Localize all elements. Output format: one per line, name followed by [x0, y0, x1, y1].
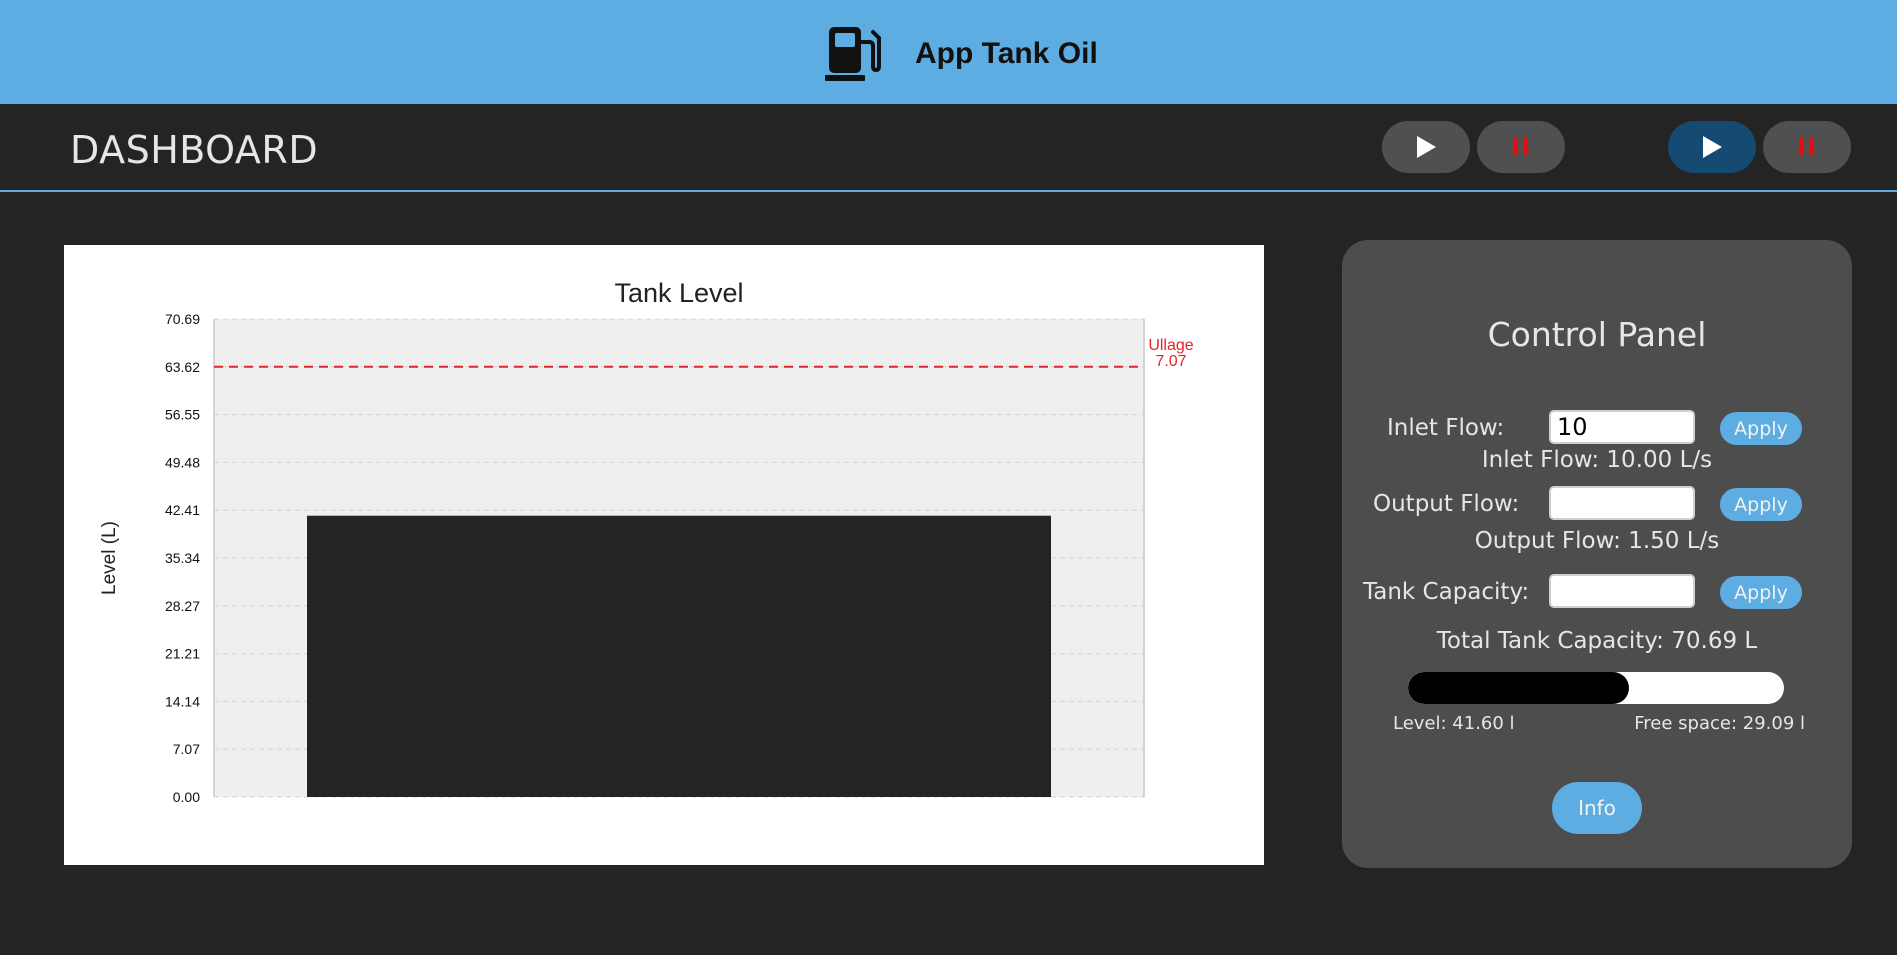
chart-svg: 0.00 7.07 14.14 21.21 28.27 35.34 42.41 49.48 56…	[99, 278, 1194, 805]
y-tick-label: 7.07	[173, 741, 200, 757]
output-flow-input[interactable]	[1549, 486, 1695, 520]
y-tick-label: 28.27	[165, 598, 200, 614]
panel-title: Control Panel	[1487, 315, 1707, 354]
pause-icon	[1799, 138, 1814, 156]
play-icon	[1417, 136, 1436, 158]
y-tick-label: 56.55	[165, 407, 200, 423]
play-icon	[1703, 136, 1722, 158]
output-flow-status: Output Flow: 1.50 L/s	[1474, 528, 1720, 554]
play-button-2[interactable]	[1668, 121, 1756, 173]
brand: App Tank Oil	[825, 24, 1098, 84]
y-tick-label: 63.62	[165, 359, 200, 375]
inlet-flow-status: Inlet Flow: 10.00 L/s	[1481, 447, 1713, 473]
page-title: DASHBOARD	[70, 128, 319, 172]
chart-title: Tank Level	[614, 278, 743, 308]
y-tick-label: 21.21	[165, 646, 200, 662]
pause-icon	[1513, 138, 1528, 156]
capacity-apply-button[interactable]: Apply	[1720, 576, 1802, 609]
y-tick-labels: 0.00 7.07 14.14 21.21 28.27 35.34 42.41 49.48 56…	[165, 311, 200, 805]
app-title: App Tank Oil	[915, 37, 1098, 70]
pause-button-2[interactable]	[1763, 121, 1851, 173]
y-tick-label: 49.48	[165, 454, 200, 470]
y-tick-label: 0.00	[173, 789, 200, 805]
level-progress-fill	[1408, 672, 1630, 704]
level-progress-bar	[1408, 672, 1784, 704]
y-tick-label: 42.41	[165, 502, 200, 518]
tank-capacity-input[interactable]	[1549, 574, 1695, 608]
info-button[interactable]: Info	[1552, 782, 1642, 834]
output-apply-button[interactable]: Apply	[1720, 488, 1802, 521]
output-flow-label: Output Flow:	[1373, 491, 1520, 517]
y-tick-label: 14.14	[165, 693, 200, 709]
control-panel: Control Panel Inlet Flow: Apply Inlet Fl…	[1342, 240, 1852, 868]
free-space-text: Free space: 29.09 l	[1634, 713, 1805, 734]
app-header: App Tank Oil	[0, 0, 1897, 104]
ullage-label: Ullage	[1148, 337, 1193, 354]
dashboard-bar: DASHBOARD	[0, 104, 1897, 192]
y-tick-label: 35.34	[165, 550, 200, 566]
level-text: Level: 41.60 l	[1393, 713, 1515, 734]
pause-button-1[interactable]	[1477, 121, 1565, 173]
inlet-apply-button[interactable]: Apply	[1720, 412, 1802, 445]
y-tick-label: 70.69	[165, 311, 200, 327]
play-button-1[interactable]	[1382, 121, 1470, 173]
inlet-flow-input[interactable]	[1549, 410, 1695, 444]
tank-level-chart: 0.00 7.07 14.14 21.21 28.27 35.34 42.41 49.48 56…	[64, 245, 1264, 865]
tank-level-bar	[307, 515, 1051, 797]
ullage-value: 7.07	[1155, 353, 1186, 370]
bars	[307, 515, 1051, 797]
y-axis-label: Level (L)	[99, 521, 120, 595]
inlet-flow-label: Inlet Flow:	[1387, 415, 1505, 441]
fuel-pump-icon	[825, 27, 881, 81]
total-capacity-status: Total Tank Capacity: 70.69 L	[1436, 628, 1758, 654]
tank-capacity-label: Tank Capacity:	[1363, 579, 1530, 605]
